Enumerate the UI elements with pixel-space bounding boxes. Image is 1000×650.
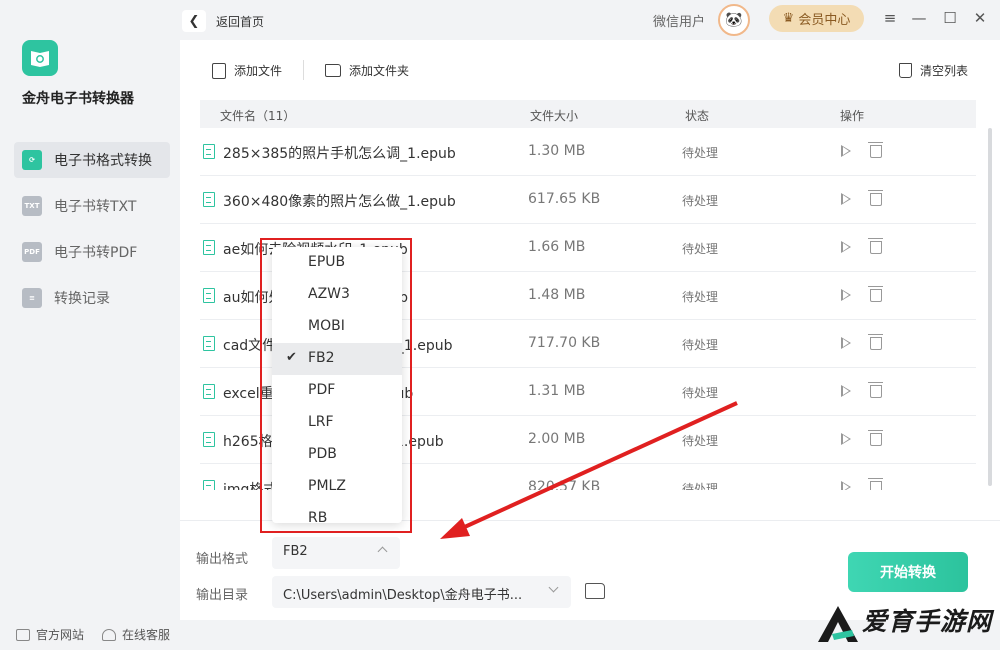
annotation-arrow: [440, 401, 738, 539]
watermark-logo-icon: [818, 606, 858, 642]
watermark-text: 爱育手游网: [862, 607, 993, 636]
